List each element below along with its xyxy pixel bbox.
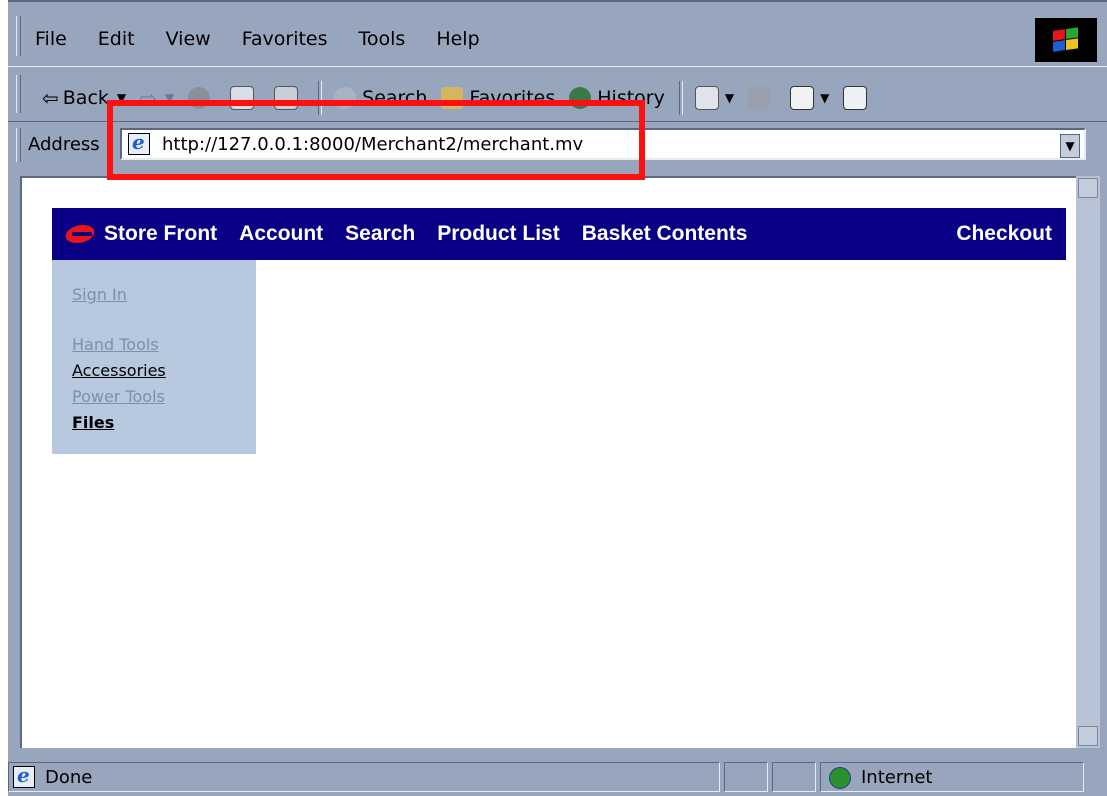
ie-page-icon — [128, 130, 150, 155]
favorites-folder-icon — [441, 87, 464, 109]
zone-text: Internet — [861, 767, 933, 788]
history-label: History — [597, 87, 665, 109]
scroll-down-button[interactable] — [1078, 726, 1098, 746]
address-label: Address — [28, 134, 100, 155]
refresh-icon — [230, 86, 255, 110]
nav-store-front[interactable]: Store Front — [104, 222, 217, 246]
menu-view[interactable]: View — [166, 28, 211, 50]
status-main-pane: Done — [8, 762, 720, 792]
toolbar-grip[interactable] — [16, 75, 21, 113]
vertical-scrollbar[interactable] — [1076, 176, 1100, 748]
address-url[interactable]: http://127.0.0.1:8000/Merchant2/merchant… — [162, 134, 583, 155]
nav-basket-contents[interactable]: Basket Contents — [582, 222, 748, 246]
menu-tools[interactable]: Tools — [359, 28, 406, 50]
menu-favorites[interactable]: Favorites — [242, 28, 328, 50]
menu-file[interactable]: File — [35, 28, 67, 50]
print-button[interactable] — [748, 85, 776, 111]
home-icon — [274, 86, 299, 110]
nav-product-list[interactable]: Product List — [437, 222, 560, 246]
toolbar-separator — [678, 81, 683, 115]
internet-zone-icon — [829, 767, 851, 789]
favorites-label: Favorites — [469, 87, 556, 109]
forward-button[interactable]: ⇨ ▼ — [140, 85, 174, 111]
store-sidebar: Sign In Hand Tools Accessories Power Too… — [52, 260, 256, 454]
stop-icon — [188, 87, 211, 109]
ie-page-icon — [13, 763, 35, 788]
menu-bar: File Edit View Favorites Tools Help — [8, 0, 1107, 66]
mail-icon — [694, 86, 719, 110]
status-bar: Done Internet — [8, 758, 1107, 796]
status-text: Done — [45, 767, 93, 788]
favorites-button[interactable]: Favorites — [441, 85, 555, 111]
browser-window: File Edit View Favorites Tools Help ⇦ Ba… — [8, 0, 1107, 796]
category-accessories[interactable]: Accessories — [72, 358, 236, 384]
document-icon — [843, 86, 868, 110]
nav-account[interactable]: Account — [239, 222, 323, 246]
store-nav-bar: Store Front Account Search Product List … — [52, 208, 1066, 260]
menu-edit[interactable]: Edit — [98, 28, 135, 50]
back-label: Back — [62, 87, 109, 109]
nav-search[interactable]: Search — [345, 222, 415, 246]
page-viewport: Store Front Account Search Product List … — [20, 176, 1076, 748]
chevron-down-icon[interactable]: ▼ — [820, 91, 829, 105]
toolbar-separator — [318, 81, 323, 115]
discuss-button[interactable] — [843, 85, 873, 111]
back-arrow-icon: ⇦ — [42, 86, 59, 110]
category-hand-tools[interactable]: Hand Tools — [72, 332, 236, 358]
edit-button[interactable]: ▼ — [790, 85, 829, 111]
mail-button[interactable]: ▼ — [694, 85, 734, 111]
chevron-down-icon[interactable]: ▼ — [165, 91, 174, 105]
home-button[interactable] — [274, 85, 304, 111]
word-icon — [790, 86, 815, 110]
printer-icon — [748, 87, 771, 109]
status-pane — [724, 762, 768, 792]
address-input[interactable]: http://127.0.0.1:8000/Merchant2/merchant… — [120, 128, 1086, 160]
status-zone-pane: Internet — [820, 762, 1084, 792]
back-button[interactable]: ⇦ Back ▼ — [42, 85, 126, 111]
forward-arrow-icon: ⇨ — [140, 86, 157, 110]
category-files[interactable]: Files — [72, 410, 236, 436]
status-pane — [772, 762, 816, 792]
refresh-button[interactable] — [230, 85, 260, 111]
history-button[interactable]: History — [569, 85, 665, 111]
address-bar: Address http://127.0.0.1:8000/Merchant2/… — [8, 122, 1107, 168]
menu-help[interactable]: Help — [436, 28, 479, 50]
address-dropdown-button[interactable]: ▼ — [1060, 134, 1080, 158]
history-icon — [569, 87, 592, 109]
address-grip[interactable] — [16, 128, 21, 162]
menu-grip[interactable] — [16, 16, 21, 56]
category-power-tools[interactable]: Power Tools — [72, 384, 236, 410]
chevron-down-icon[interactable]: ▼ — [117, 91, 126, 105]
search-label: Search — [362, 87, 428, 109]
standard-toolbar: ⇦ Back ▼ ⇨ ▼ Search Favorites History ▼ … — [8, 66, 1107, 122]
scroll-up-button[interactable] — [1078, 178, 1098, 198]
chevron-down-icon[interactable]: ▼ — [725, 91, 734, 105]
search-button[interactable]: Search — [334, 85, 427, 111]
store-logo-icon — [66, 223, 96, 245]
search-icon — [334, 87, 357, 109]
windows-logo-icon — [1035, 18, 1097, 62]
stop-button[interactable] — [188, 85, 216, 111]
sign-in-link[interactable]: Sign In — [72, 282, 236, 308]
nav-checkout[interactable]: Checkout — [956, 222, 1052, 246]
